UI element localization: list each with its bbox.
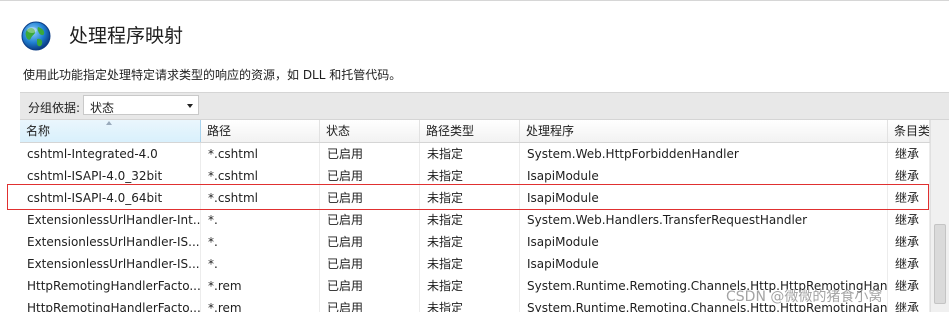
cell-path: *.cshtml — [201, 187, 320, 209]
cell-handler: IsapiModule — [520, 231, 888, 253]
cell-path-type: 未指定 — [420, 275, 520, 297]
cell-name: ExtensionlessUrlHandler-IS... — [20, 253, 201, 275]
cell-entry-type: 继承 — [888, 253, 930, 275]
scrollbar-thumb[interactable] — [934, 224, 946, 304]
cell-name: cshtml-ISAPI-4.0_64bit — [20, 187, 201, 209]
cell-name: ExtensionlessUrlHandler-Int... — [20, 209, 201, 231]
cell-path-type: 未指定 — [420, 187, 520, 209]
globe-icon — [21, 21, 51, 51]
dropdown-arrow-icon — [187, 104, 193, 108]
cell-name: cshtml-Integrated-4.0 — [20, 143, 201, 165]
cell-name: ExtensionlessUrlHandler-IS... — [20, 231, 201, 253]
cell-state: 已启用 — [320, 297, 420, 312]
sort-ascending-icon — [106, 121, 112, 125]
cell-path-type: 未指定 — [420, 165, 520, 187]
column-header-path-type[interactable]: 路径类型 — [420, 120, 520, 142]
table-row[interactable]: ExtensionlessUrlHandler-IS... *. 已启用 未指定… — [20, 231, 930, 253]
cell-state: 已启用 — [320, 231, 420, 253]
page-title: 处理程序映射 — [69, 25, 184, 47]
column-header-path[interactable]: 路径 — [201, 120, 320, 142]
cell-path-type: 未指定 — [420, 253, 520, 275]
table-header: 名称 路径 状态 路径类型 处理程序 条目类 — [20, 120, 930, 143]
cell-path: *.cshtml — [201, 143, 320, 165]
table-row[interactable]: ExtensionlessUrlHandler-IS... *. 已启用 未指定… — [20, 253, 930, 275]
table-row-highlighted[interactable]: cshtml-ISAPI-4.0_64bit *.cshtml 已启用 未指定 … — [20, 187, 930, 209]
cell-entry-type: 继承 — [888, 165, 930, 187]
cell-name: HttpRemotingHandlerFacto... — [20, 297, 201, 312]
cell-state: 已启用 — [320, 275, 420, 297]
cell-handler: System.Web.Handlers.TransferRequestHandl… — [520, 209, 888, 231]
cell-entry-type: 继承 — [888, 297, 930, 312]
group-by-toolbar: 分组依据: 状态 — [20, 92, 949, 120]
cell-entry-type: 继承 — [888, 187, 930, 209]
cell-name: HttpRemotingHandlerFacto... — [20, 275, 201, 297]
table-row[interactable]: cshtml-Integrated-4.0 *.cshtml 已启用 未指定 S… — [20, 143, 930, 165]
column-header-handler[interactable]: 处理程序 — [520, 120, 888, 142]
cell-path: *.rem — [201, 275, 320, 297]
cell-path: *. — [201, 209, 320, 231]
cell-path: *.rem — [201, 297, 320, 312]
cell-path: *. — [201, 231, 320, 253]
cell-state: 已启用 — [320, 187, 420, 209]
cell-entry-type: 继承 — [888, 275, 930, 297]
cell-entry-type: 继承 — [888, 143, 930, 165]
cell-entry-type: 继承 — [888, 209, 930, 231]
cell-path-type: 未指定 — [420, 231, 520, 253]
group-by-value: 状态 — [90, 101, 115, 115]
watermark: CSDN @微微的猪食小窝 — [726, 289, 883, 305]
cell-state: 已启用 — [320, 253, 420, 275]
cell-path: *. — [201, 253, 320, 275]
handler-mappings-table: 名称 路径 状态 路径类型 处理程序 条目类 cshtml-Integrated… — [20, 120, 930, 312]
table-row[interactable]: cshtml-ISAPI-4.0_32bit *.cshtml 已启用 未指定 … — [20, 165, 930, 187]
cell-handler: IsapiModule — [520, 253, 888, 275]
cell-handler: IsapiModule — [520, 187, 888, 209]
group-by-label: 分组依据: — [28, 101, 81, 115]
cell-handler: IsapiModule — [520, 165, 888, 187]
vertical-scrollbar[interactable] — [930, 120, 949, 312]
table-row[interactable]: ExtensionlessUrlHandler-Int... *. 已启用 未指… — [20, 209, 930, 231]
cell-path-type: 未指定 — [420, 297, 520, 312]
cell-state: 已启用 — [320, 165, 420, 187]
cell-handler: System.Web.HttpForbiddenHandler — [520, 143, 888, 165]
column-header-state[interactable]: 状态 — [320, 120, 420, 142]
cell-path: *.cshtml — [201, 165, 320, 187]
cell-state: 已启用 — [320, 209, 420, 231]
cell-name: cshtml-ISAPI-4.0_32bit — [20, 165, 201, 187]
cell-path-type: 未指定 — [420, 143, 520, 165]
cell-entry-type: 继承 — [888, 231, 930, 253]
cell-state: 已启用 — [320, 143, 420, 165]
column-header-name[interactable]: 名称 — [20, 120, 201, 142]
top-divider — [0, 0, 949, 1]
cell-path-type: 未指定 — [420, 209, 520, 231]
page-description: 使用此功能指定处理特定请求类型的响应的资源，如 DLL 和托管代码。 — [23, 68, 402, 82]
group-by-select[interactable]: 状态 — [83, 95, 199, 115]
column-header-entry-type[interactable]: 条目类 — [888, 120, 930, 142]
